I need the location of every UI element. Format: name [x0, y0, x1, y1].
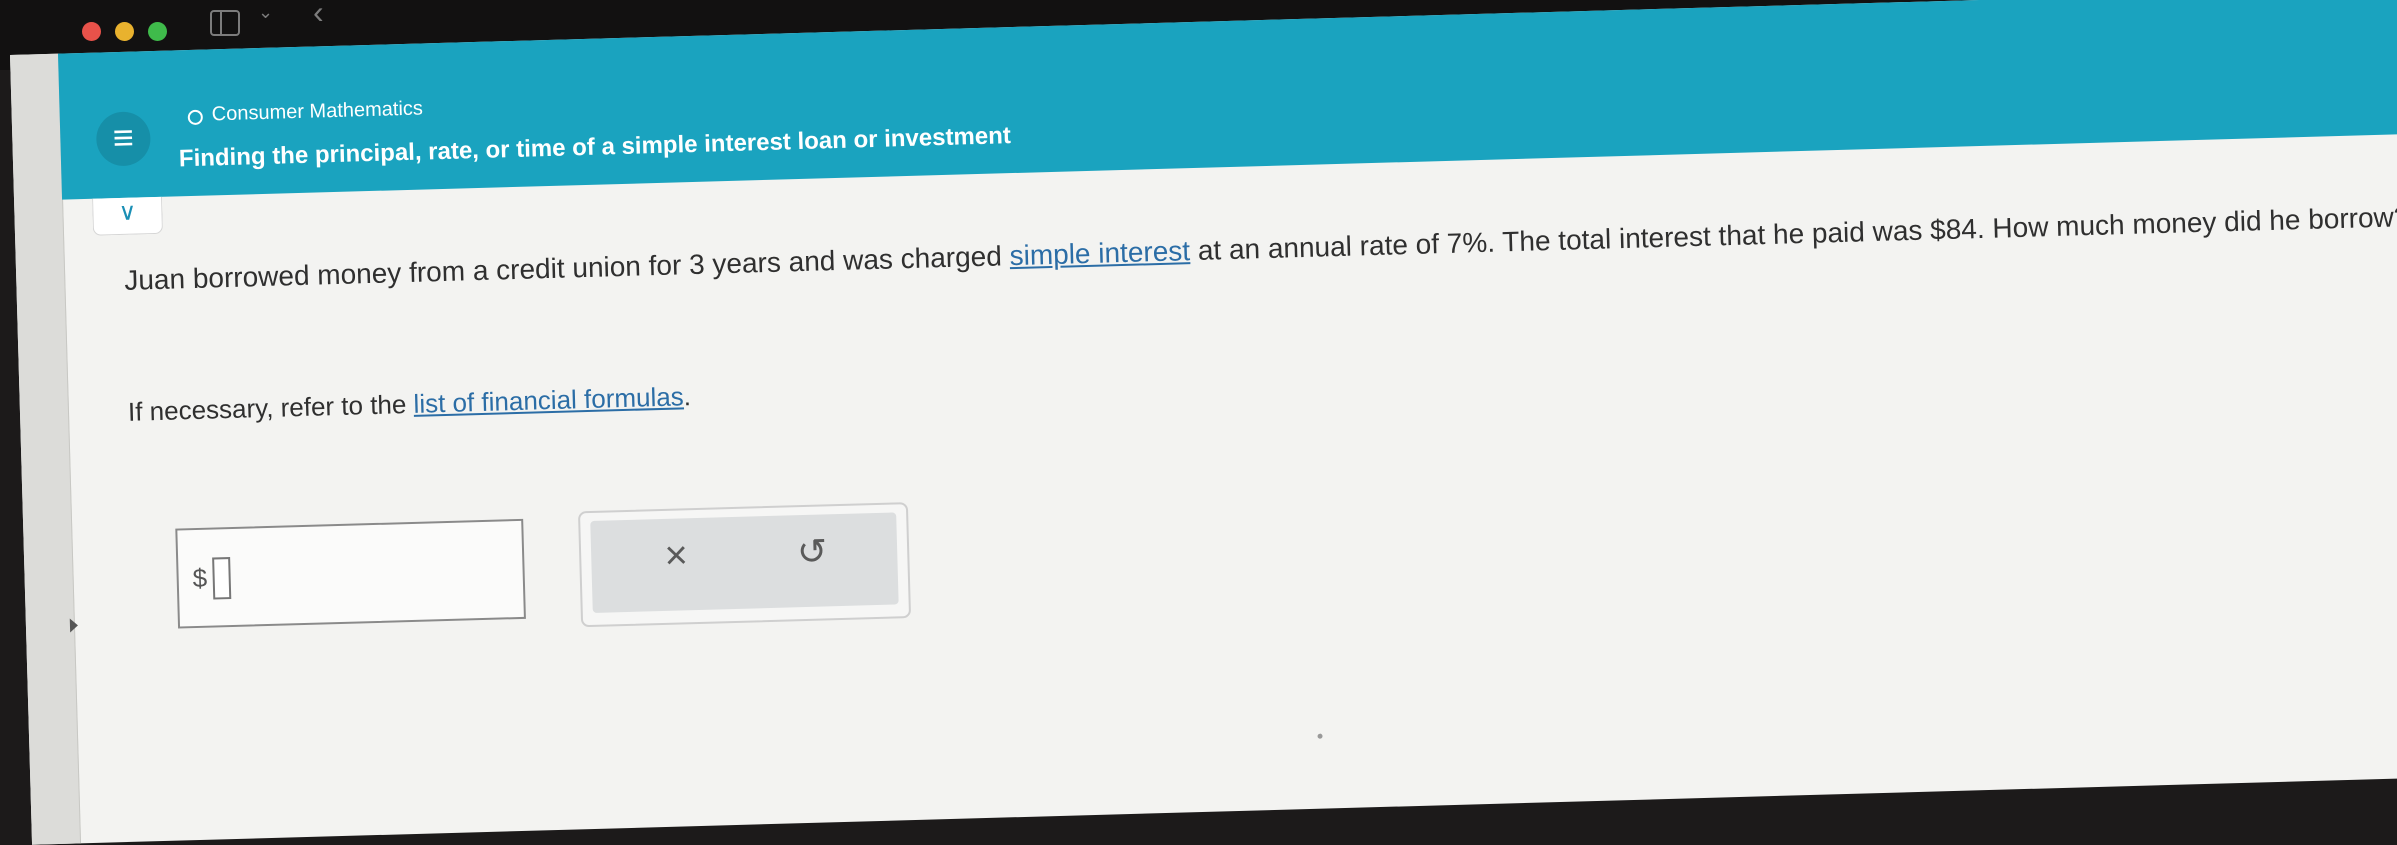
topic-status-icon	[187, 109, 204, 126]
reference-suffix: .	[683, 381, 692, 412]
answer-tools-bg	[590, 512, 899, 613]
reference-prefix: If necessary, refer to the	[127, 388, 414, 427]
maximize-window-button[interactable]	[148, 22, 167, 41]
problem-statement: Juan borrowed money from a credit union …	[124, 191, 2397, 304]
chevron-down-icon[interactable]: ⌄	[258, 2, 273, 23]
sidebar-toggle-icon[interactable]	[210, 10, 240, 36]
simple-interest-link[interactable]: simple interest	[1009, 235, 1190, 271]
problem-text-1: Juan borrowed money from a credit union …	[123, 240, 1011, 296]
close-window-button[interactable]	[82, 22, 101, 41]
page-title: Finding the principal, rate, or time of …	[178, 122, 1012, 173]
answer-input[interactable]: $	[175, 518, 526, 629]
reference-line: If necessary, refer to the list of finan…	[128, 381, 692, 428]
topic-title: Consumer Mathematics	[211, 97, 424, 126]
currency-symbol: $	[192, 562, 208, 594]
financial-formulas-link[interactable]: list of financial formulas	[413, 381, 684, 419]
problem-text-2: at an annual rate of 7%. The total inter…	[1189, 201, 2397, 267]
input-cursor-box[interactable]	[212, 557, 232, 600]
collapse-chevron-icon[interactable]: ∨	[92, 196, 164, 236]
expand-arrow-icon[interactable]	[69, 618, 79, 633]
answer-tools-panel: × ↺	[577, 502, 912, 628]
undo-button[interactable]: ↺	[786, 526, 837, 577]
menu-button[interactable]: ≡	[95, 111, 152, 167]
back-arrow-icon[interactable]: ‹	[313, 0, 324, 31]
minimize-window-button[interactable]	[115, 22, 134, 41]
browser-content: ≡ Consumer Mathematics Finding the princ…	[10, 0, 2397, 845]
clear-answer-button[interactable]: ×	[651, 530, 702, 581]
screen-speck	[1317, 733, 1323, 739]
